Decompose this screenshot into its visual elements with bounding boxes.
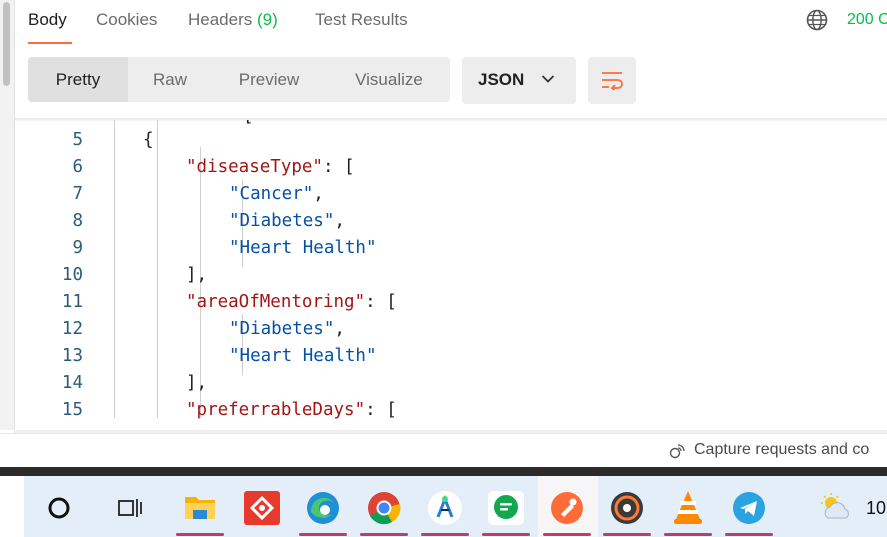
postman-icon[interactable] bbox=[549, 490, 585, 526]
line-number: 12 bbox=[61, 319, 83, 339]
capture-requests-link[interactable]: Capture requests and co bbox=[694, 441, 869, 459]
json-punctuation: : [ bbox=[365, 292, 397, 312]
response-body-code[interactable]: [ 5{6"diseaseType": [7"Cancer",8"Diabete… bbox=[0, 120, 887, 430]
json-punctuation: , bbox=[334, 319, 345, 339]
json-punctuation: ], bbox=[186, 373, 208, 393]
chrome-browser-icon[interactable] bbox=[366, 490, 402, 526]
line-number: 13 bbox=[61, 346, 83, 366]
edge-browser-icon[interactable] bbox=[305, 490, 341, 526]
line-number: 6 bbox=[72, 157, 83, 177]
json-punctuation: ], bbox=[186, 265, 208, 285]
clipped-line: [ bbox=[243, 120, 254, 126]
tab-body-label: Body bbox=[28, 10, 67, 29]
json-key: "areaOfMentoring" bbox=[186, 292, 366, 312]
taskbar-clock[interactable]: 10 bbox=[866, 498, 886, 519]
json-string: "Cancer" bbox=[229, 184, 314, 204]
json-punctuation: , bbox=[334, 211, 345, 231]
line-number: 5 bbox=[72, 130, 83, 150]
json-key: "preferrableDays" bbox=[186, 400, 366, 420]
view-pretty-button[interactable]: Pretty bbox=[28, 57, 128, 102]
git-app-icon[interactable] bbox=[244, 491, 280, 525]
json-punctuation: , bbox=[313, 184, 324, 204]
weather-icon[interactable] bbox=[818, 492, 854, 522]
running-app-indicator bbox=[176, 533, 224, 536]
running-app-indicator bbox=[603, 533, 651, 536]
running-app-indicator bbox=[664, 533, 712, 536]
line-number: 14 bbox=[61, 373, 83, 393]
code-text: "Diabetes", bbox=[229, 211, 345, 231]
code-text: "Heart Health" bbox=[229, 238, 377, 258]
code-text: "areaOfMentoring": [ bbox=[186, 292, 397, 312]
android-studio-icon[interactable] bbox=[428, 491, 462, 525]
line-number: 7 bbox=[72, 184, 83, 204]
globe-icon[interactable] bbox=[806, 9, 828, 31]
active-tab-indicator bbox=[28, 42, 72, 44]
left-scrollbar-thumb[interactable] bbox=[3, 2, 10, 86]
json-string: "Diabetes" bbox=[229, 211, 335, 231]
running-app-indicator bbox=[421, 533, 469, 536]
task-view-icon[interactable] bbox=[117, 496, 143, 520]
capture-icon bbox=[669, 444, 685, 459]
json-punctuation: : [ bbox=[322, 157, 355, 177]
code-text: "Diabetes", bbox=[229, 319, 345, 339]
code-text: "Heart Health" bbox=[229, 346, 377, 366]
line-number: 9 bbox=[72, 238, 83, 258]
view-visualize-button[interactable]: Visualize bbox=[330, 57, 448, 102]
tab-headers[interactable]: Headers (9) bbox=[188, 10, 278, 30]
view-raw-button[interactable]: Raw bbox=[128, 57, 212, 102]
line-number: 11 bbox=[61, 292, 83, 312]
code-line: 15 "preferrableDays": [ bbox=[0, 397, 887, 424]
headers-count-badge: (9) bbox=[257, 10, 278, 29]
chevron-down-icon bbox=[541, 75, 555, 83]
code-line: 10], bbox=[0, 262, 887, 289]
json-string: "Heart Health" bbox=[229, 238, 377, 258]
line-number: 15 bbox=[61, 400, 83, 420]
json-punctuation: { bbox=[143, 130, 154, 150]
telegram-icon[interactable] bbox=[731, 490, 767, 526]
code-text: { bbox=[143, 130, 154, 150]
json-key: "diseaseType" bbox=[186, 157, 323, 177]
media-player-icon[interactable] bbox=[609, 490, 645, 526]
running-app-indicator bbox=[299, 533, 347, 536]
running-app-indicator bbox=[482, 533, 530, 536]
chat-app-icon[interactable] bbox=[488, 491, 524, 525]
search-icon[interactable] bbox=[47, 496, 71, 520]
code-line: 14], bbox=[0, 370, 887, 397]
code-text: ], bbox=[186, 265, 207, 285]
code-line: 12 "Diabetes", bbox=[0, 316, 887, 343]
running-app-indicator bbox=[360, 533, 408, 536]
tab-headers-label: Headers bbox=[188, 10, 253, 29]
code-line: 7 "Cancer", bbox=[0, 181, 887, 208]
response-status[interactable]: 200 O bbox=[847, 11, 887, 29]
json-string: "Diabetes" bbox=[229, 319, 335, 339]
json-string: "Heart Health" bbox=[229, 346, 377, 366]
tab-cookies-label: Cookies bbox=[96, 10, 158, 29]
view-preview-button[interactable]: Preview bbox=[214, 57, 324, 102]
taskbar-left-edge bbox=[0, 476, 24, 537]
code-line: 13 "Heart Health" bbox=[0, 343, 887, 370]
code-line: 6 "diseaseType": [ bbox=[0, 154, 887, 181]
running-app-indicator bbox=[543, 533, 591, 536]
code-text: "diseaseType": [ bbox=[186, 157, 355, 177]
line-number: 8 bbox=[72, 211, 83, 231]
code-text: "Cancer", bbox=[229, 184, 324, 204]
tab-test-results-label: Test Results bbox=[315, 10, 408, 29]
json-punctuation: : [ bbox=[365, 400, 397, 420]
code-line: 11 "areaOfMentoring": [ bbox=[0, 289, 887, 316]
tab-test-results[interactable]: Test Results bbox=[315, 10, 408, 30]
code-line: 9 "Heart Health" bbox=[0, 235, 887, 262]
tab-cookies[interactable]: Cookies bbox=[96, 10, 157, 30]
wrap-lines-icon bbox=[602, 72, 623, 90]
code-text: "preferrableDays": [ bbox=[186, 400, 397, 420]
vlc-icon[interactable] bbox=[671, 489, 705, 525]
file-explorer-icon[interactable] bbox=[183, 491, 217, 523]
code-line: 8 "Diabetes", bbox=[0, 208, 887, 235]
code-line: 5{ bbox=[0, 127, 887, 154]
taskbar-divider bbox=[0, 467, 887, 476]
code-text: ], bbox=[186, 373, 207, 393]
tab-body[interactable]: Body bbox=[28, 10, 67, 30]
line-number: 10 bbox=[61, 265, 83, 285]
running-app-indicator bbox=[725, 533, 773, 536]
format-dropdown-label: JSON bbox=[478, 70, 525, 89]
